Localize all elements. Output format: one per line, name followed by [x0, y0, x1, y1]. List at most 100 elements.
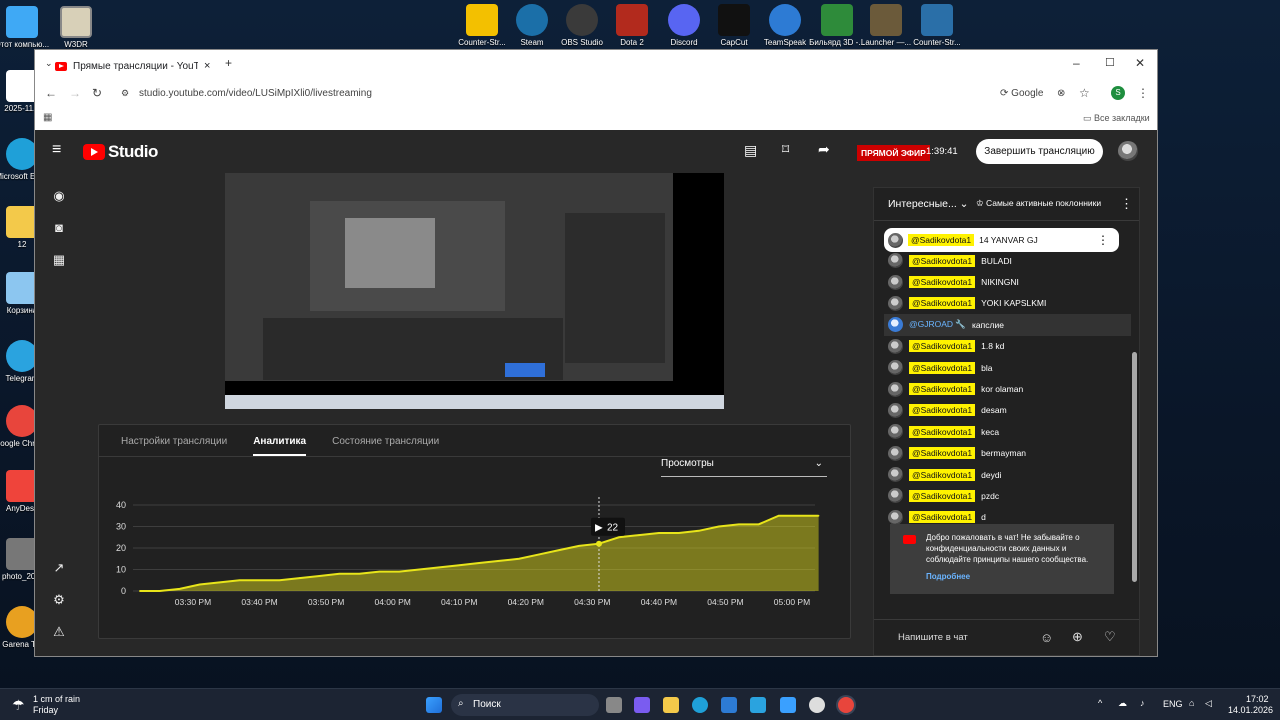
feedback-icon[interactable]: ⚠ [49, 622, 69, 642]
message-author[interactable]: @Sadikovdota1 [909, 404, 976, 417]
all-bookmarks[interactable]: ▭ Все закладки [1083, 113, 1150, 124]
chat-message[interactable]: @Sadikovdota1 YOKI KAPSLKMI [884, 293, 1131, 314]
chat-message[interactable]: @Sadikovdota1 bermayman [884, 443, 1131, 464]
back-icon[interactable]: ← [45, 86, 57, 100]
tab-search-icon[interactable]: ⌄ [45, 58, 53, 69]
stream-preview[interactable] [225, 173, 724, 409]
task-view-icon[interactable] [606, 697, 622, 713]
weather-icon[interactable]: ☂ [12, 697, 25, 714]
chat-message[interactable]: @Sadikovdota1 BULADI [884, 250, 1131, 271]
studio-logo[interactable]: Studio [83, 142, 158, 162]
chrome-taskbar-icon[interactable] [838, 697, 854, 713]
mic-icon[interactable]: ♪ [1140, 698, 1145, 708]
language-indicator[interactable]: ENG [1163, 699, 1183, 709]
message-author[interactable]: @Sadikovdota1 [909, 511, 976, 524]
analytics-tab[interactable]: Настройки трансляции [121, 425, 227, 456]
weather-temp[interactable]: 1 cm of rain [33, 694, 80, 704]
volume-icon[interactable]: ◁ [1205, 698, 1212, 709]
message-author[interactable]: @Sadikovdota1 [909, 425, 976, 438]
channel-avatar[interactable] [1118, 141, 1138, 161]
tray-expand-icon[interactable]: ^ [1098, 698, 1102, 708]
chat-message[interactable]: @Sadikovdota1 NIKINGNI [884, 271, 1131, 292]
metric-dropdown[interactable]: Просмотры ⌄ [661, 458, 827, 477]
analytics-tab[interactable]: Состояние трансляции [332, 425, 439, 456]
profile-avatar[interactable]: S [1111, 86, 1125, 100]
desktop-icon[interactable]: Counter-Str... [909, 4, 965, 47]
pinned-menu-icon[interactable]: ⋮ [1097, 233, 1109, 247]
desktop-icon[interactable]: CapCut [706, 4, 762, 47]
browser-menu-icon[interactable]: ⋮ [1137, 86, 1149, 100]
chat-message[interactable]: @Sadikovdota1 keca [884, 421, 1131, 442]
taskbar-search[interactable]: ⌕ Поиск [451, 694, 599, 716]
desktop-icon-w3dr[interactable]: W3DR [48, 6, 104, 49]
desktop-icon[interactable]: Counter-Str... [454, 4, 510, 47]
close-window-icon[interactable]: ✕ [1135, 56, 1145, 70]
settings-gear-icon[interactable]: ⚙ [49, 590, 69, 610]
bookmark-icon[interactable]: ⌑ [782, 141, 789, 158]
message-author[interactable]: @Sadikovdota1 [909, 361, 976, 374]
store-icon[interactable] [721, 697, 737, 713]
chat-message[interactable]: @Sadikovdota1 pzdc [884, 485, 1131, 506]
message-author[interactable]: @Sadikovdota1 [909, 276, 976, 289]
desktop-icon[interactable]: Этот компью... [0, 6, 50, 49]
camera-icon[interactable]: ◙ [49, 218, 69, 238]
mail-icon[interactable] [750, 697, 766, 713]
message-author[interactable]: @Sadikovdota1 [909, 297, 976, 310]
learn-more-link[interactable]: Подробнее [926, 571, 1106, 582]
message-author[interactable]: @Sadikovdota1 [909, 468, 976, 481]
network-icon[interactable]: ⌂ [1189, 698, 1194, 708]
desktop-icon[interactable]: Steam [504, 4, 560, 47]
message-author[interactable]: @Sadikovdota1 [909, 340, 976, 353]
clapperboard-icon[interactable]: ▤ [744, 142, 757, 159]
chat-mode-dropdown[interactable]: Интересные... ⌄ [888, 198, 968, 210]
browser-tab[interactable]: Прямые трансляции - YouTube × [55, 54, 227, 78]
message-author[interactable]: @Sadikovdota1 [909, 447, 976, 460]
desktop-icon[interactable]: Discord [656, 4, 712, 47]
cloud-icon[interactable]: ☁ [1118, 698, 1127, 709]
message-author[interactable]: @Sadikovdota1 [909, 383, 976, 396]
external-link-icon[interactable]: ↗ [49, 558, 69, 578]
pinned-message[interactable]: @Sadikovdota1 14 YANVAR GJ ⋮ [884, 228, 1119, 252]
file-explorer-icon[interactable] [663, 697, 679, 713]
emoji-icon[interactable]: ☺ [1040, 630, 1053, 645]
close-tab-icon[interactable]: × [204, 60, 210, 72]
heart-icon[interactable]: ♡ [1104, 629, 1116, 645]
chat-input[interactable]: Напишите в чат [898, 632, 968, 643]
pinned-author[interactable]: @Sadikovdota1 [908, 234, 975, 246]
desktop-icon[interactable]: Launcher —... [858, 4, 914, 47]
url-field[interactable]: studio.youtube.com/video/LUSiMpIXli0/liv… [139, 88, 372, 99]
top-fans-button[interactable]: ♔ Самые активные поклонники [976, 198, 1101, 209]
desktop-icon[interactable]: Dota 2 [604, 4, 660, 47]
chat-menu-icon[interactable]: ⋮ [1120, 196, 1133, 212]
chat-message[interactable]: @Sadikovdota1 1.8 kd [884, 336, 1131, 357]
chat-message[interactable]: @Sadikovdota1 deydi [884, 464, 1131, 485]
minimize-icon[interactable]: – [1073, 56, 1080, 70]
edge-icon[interactable] [692, 697, 708, 713]
chat-scrollbar[interactable] [1132, 222, 1137, 582]
apps-grid-icon[interactable]: ▦ [43, 112, 52, 123]
message-author[interactable]: @Sadikovdota1 [909, 489, 976, 502]
start-icon[interactable] [426, 697, 442, 713]
google-lens-button[interactable]: ⟳ Google [1000, 88, 1043, 99]
bookmark-star-icon[interactable]: ☆ [1079, 86, 1090, 100]
todo-icon[interactable] [780, 697, 796, 713]
new-tab-icon[interactable]: + [225, 56, 232, 70]
chat-message[interactable]: @GJROAD 🔧 капслие [884, 314, 1131, 336]
steam-taskbar-icon[interactable] [809, 697, 825, 713]
end-stream-button[interactable]: Завершить трансляцию [976, 139, 1103, 164]
maximize-icon[interactable]: ☐ [1105, 56, 1115, 69]
desktop-icon[interactable]: Бильярд 3D -... [809, 4, 865, 47]
extension-icon[interactable]: ⊗ [1057, 88, 1065, 99]
analytics-tab[interactable]: Аналитика [253, 425, 307, 456]
add-icon[interactable]: ⊕ [1072, 629, 1083, 645]
share-icon[interactable]: ➦ [818, 141, 830, 158]
copilot-icon[interactable] [634, 697, 650, 713]
live-stream-icon[interactable]: ◉ [49, 186, 69, 206]
desktop-icon[interactable]: TeamSpeak [757, 4, 813, 47]
message-author[interactable]: @Sadikovdota1 [909, 254, 976, 267]
message-author[interactable]: @GJROAD 🔧 [909, 319, 966, 330]
calendar-icon[interactable]: ▦ [49, 250, 69, 270]
chat-message[interactable]: @Sadikovdota1 desam [884, 400, 1131, 421]
clock-time[interactable]: 17:02 [1246, 694, 1269, 704]
views-chart[interactable]: 0 10 20 30 40 03:30 PM 03:40 PM 03:50 PM 04:00 P… [99, 487, 852, 637]
